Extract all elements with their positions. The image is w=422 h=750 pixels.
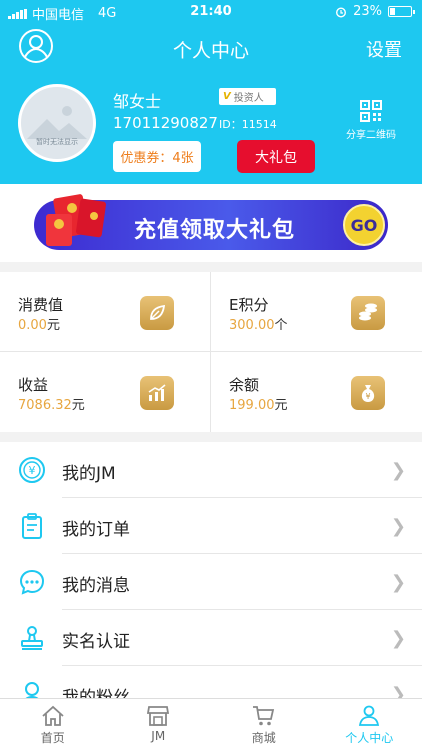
tab-label: 个人中心 [345, 731, 394, 745]
tab-home[interactable]: 首页 [0, 699, 106, 750]
phone-number: 17011290827 [113, 114, 218, 132]
store-icon [147, 706, 170, 726]
battery-icon [388, 6, 415, 17]
settings-button[interactable]: 设置 [366, 36, 402, 62]
image-placeholder-icon [27, 106, 87, 139]
qr-code-icon [360, 100, 382, 122]
tab-personal-center[interactable]: 个人中心 [317, 699, 422, 750]
chevron-right-icon: ❯ [390, 684, 406, 698]
page-title: 个人中心 [172, 40, 249, 62]
stats-grid: 消费值 0.00元 E积分 300.00个 收益 7086.32元 余额 199… [0, 272, 422, 432]
stat-value: 199.00元 [229, 398, 288, 413]
battery-percent: 23% [353, 4, 382, 19]
share-qr-button[interactable]: 分享二维码 [345, 100, 397, 141]
stat-label: 收益 [18, 376, 49, 394]
investor-badge: V 投资人 [219, 88, 276, 105]
avatar[interactable]: 暂时无法显示 [18, 84, 96, 162]
stat-earnings[interactable]: 收益 7086.32元 [0, 352, 210, 431]
promo-banner-area: 充值领取大礼包 GO [0, 184, 422, 262]
money-bag-icon: ¥ [351, 376, 385, 410]
user-id: ID：11514 [219, 116, 277, 132]
divider [0, 351, 422, 352]
menu-label: 实名认证 [62, 632, 130, 652]
stat-value: 300.00个 [229, 318, 288, 333]
header: 中国电信 4G 21:40 23% 个人中心 设置 暂时无法显示 邹女士 V 投… [0, 0, 422, 184]
id-label: ID： [219, 118, 242, 131]
svg-text:¥: ¥ [365, 392, 370, 401]
tab-label: 商城 [251, 731, 276, 745]
stat-value: 0.00元 [18, 318, 60, 333]
menu-label: 我的JM [62, 464, 116, 484]
chart-icon [140, 376, 174, 410]
stat-balance[interactable]: 余额 199.00元 ¥ [211, 352, 421, 431]
stat-e-points[interactable]: E积分 300.00个 [211, 272, 421, 351]
qr-label: 分享二维码 [346, 130, 396, 141]
stamp-icon [21, 626, 43, 650]
go-button[interactable]: GO [343, 204, 385, 246]
gift-package-button[interactable]: 大礼包 [237, 140, 315, 173]
menu-list: ¥ 我的JM ❯ 我的订单 ❯ 我的消息 ❯ 实名认证 ❯ 我的粉丝 ❯ [0, 442, 422, 698]
stat-label: E积分 [229, 296, 269, 314]
stat-label: 消费值 [18, 296, 64, 314]
tab-label: JM [151, 729, 166, 743]
coins-icon [351, 296, 385, 330]
id-value: 11514 [241, 118, 277, 131]
chevron-right-icon: ❯ [390, 460, 406, 481]
menu-label: 我的消息 [62, 576, 130, 596]
banner-text: 充值领取大礼包 [134, 218, 296, 243]
tab-mall[interactable]: 商城 [211, 699, 317, 750]
stat-value: 7086.32元 [18, 398, 85, 413]
recharge-banner[interactable]: 充值领取大礼包 GO [34, 194, 388, 250]
chevron-right-icon: ❯ [390, 572, 406, 593]
chevron-right-icon: ❯ [390, 516, 406, 537]
yen-coin-icon: ¥ [19, 457, 45, 483]
cart-icon [252, 706, 274, 726]
home-icon [42, 705, 64, 726]
clipboard-icon [22, 513, 42, 539]
tab-bar: 首页 JM 商城 个人中心 [0, 698, 422, 750]
menu-item-my-jm[interactable]: ¥ 我的JM ❯ [0, 442, 422, 498]
v-mark: V [223, 91, 231, 102]
divider [210, 272, 211, 432]
chevron-right-icon: ❯ [390, 628, 406, 649]
tab-jm[interactable]: JM [106, 699, 212, 750]
chat-bubble-icon [19, 569, 45, 595]
svg-text:¥: ¥ [29, 464, 36, 477]
status-bar: 中国电信 4G 21:40 23% [0, 0, 422, 24]
coupon-button[interactable]: 优惠券：4张 [113, 141, 201, 172]
avatar-caption: 暂时无法显示 [36, 138, 78, 146]
alarm-icon [336, 6, 347, 18]
person-icon [359, 705, 380, 726]
menu-item-my-messages[interactable]: 我的消息 ❯ [0, 554, 422, 610]
menu-label: 我的订单 [62, 520, 130, 540]
badge-label: 投资人 [233, 93, 264, 104]
leaf-icon [140, 296, 174, 330]
stat-consumption[interactable]: 消费值 0.00元 [0, 272, 210, 351]
stat-label: 余额 [229, 376, 260, 394]
menu-item-my-orders[interactable]: 我的订单 ❯ [0, 498, 422, 554]
tab-label: 首页 [40, 731, 65, 745]
menu-label: 我的粉丝 [62, 688, 130, 698]
fans-icon [25, 682, 39, 698]
red-envelope-icon [46, 194, 106, 246]
user-name: 邹女士 [113, 92, 162, 111]
menu-item-my-fans[interactable]: 我的粉丝 ❯ [0, 666, 422, 698]
menu-item-real-name-verification[interactable]: 实名认证 ❯ [0, 610, 422, 666]
